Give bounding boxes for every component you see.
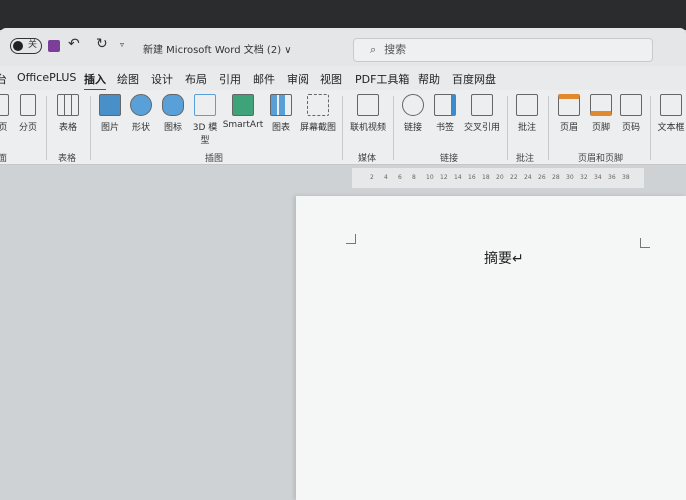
customize-qat-icon[interactable]: ▿	[120, 40, 124, 49]
icons-icon	[162, 94, 184, 116]
text-box-button[interactable]: 文本框	[655, 94, 686, 133]
group-tables: 表格	[58, 154, 77, 164]
smartart-icon	[232, 94, 254, 116]
tab-draw[interactable]: 绘图	[117, 71, 139, 87]
chart-icon	[270, 94, 292, 116]
tab-start[interactable]: 台	[0, 71, 7, 87]
page-number-icon	[620, 94, 642, 116]
bookmark-button[interactable]: 书签	[432, 94, 458, 133]
header-icon	[558, 94, 580, 116]
page-break-button[interactable]: 分页	[16, 94, 40, 133]
margin-mark	[346, 234, 356, 244]
tab-mailings[interactable]: 邮件	[253, 71, 275, 87]
tab-pdf-toolbox[interactable]: PDF工具箱	[355, 71, 409, 87]
bookmark-icon	[434, 94, 456, 116]
group-illustrations: 插图	[205, 154, 224, 164]
tab-help[interactable]: 帮助	[418, 71, 440, 87]
ribbon-tabs: 台 OfficePLUS 插入 绘图 设计 布局 引用 邮件 审阅 视图 PDF…	[0, 66, 686, 91]
search-input[interactable]: ⌕ 搜索	[353, 38, 653, 62]
page-break-icon	[20, 94, 36, 116]
smartart-button[interactable]: SmartArt	[222, 94, 264, 130]
tab-references[interactable]: 引用	[219, 71, 241, 87]
tab-insert[interactable]: 插入	[84, 71, 106, 91]
3d-model-button[interactable]: 3D 模型	[190, 94, 220, 146]
cross-reference-button[interactable]: 交叉引用	[462, 94, 502, 133]
text-box-icon	[660, 94, 682, 116]
shapes-icon	[130, 94, 152, 116]
tab-officeplus[interactable]: OfficePLUS	[17, 71, 76, 84]
table-button[interactable]: 表格	[54, 94, 82, 133]
cross-reference-icon	[471, 94, 493, 116]
document-text[interactable]: 摘要↵	[484, 248, 524, 268]
tab-baidu-netdisk[interactable]: 百度网盘	[452, 71, 496, 87]
page-icon	[0, 94, 9, 116]
group-pages: 面	[0, 154, 8, 164]
page-button[interactable]: 页	[0, 94, 12, 133]
group-media: 媒体	[358, 154, 377, 164]
title-bar: 关 ↶ ↻ ▿ 新建 Microsoft Word 文档 (2) ∨ ⌕ 搜索	[0, 28, 686, 66]
group-comments: 批注	[516, 154, 535, 164]
table-icon	[57, 94, 79, 116]
margin-mark	[640, 238, 650, 248]
tab-review[interactable]: 审阅	[287, 71, 309, 87]
picture-icon	[99, 94, 121, 116]
cube-icon	[194, 94, 216, 116]
horizontal-ruler[interactable]: 2 4 6 8 10 12 14 16 18 20 22 24 26 28 30 32 34 36 38	[352, 168, 644, 188]
video-icon	[357, 94, 379, 116]
screenshot-button[interactable]: 屏幕截图	[298, 94, 338, 133]
screen-bezel	[0, 0, 686, 30]
picture-button[interactable]: 图片	[97, 94, 123, 133]
search-placeholder: 搜索	[384, 43, 407, 56]
group-header-footer: 页眉和页脚	[578, 154, 624, 164]
redo-icon[interactable]: ↻	[96, 36, 108, 52]
autosave-toggle[interactable]: 关	[10, 38, 42, 54]
tab-view[interactable]: 视图	[320, 71, 342, 87]
comment-button[interactable]: 批注	[514, 94, 540, 133]
camera-icon	[307, 94, 329, 116]
document-title[interactable]: 新建 Microsoft Word 文档 (2) ∨	[143, 41, 292, 56]
link-button[interactable]: 链接	[402, 94, 424, 133]
tab-design[interactable]: 设计	[151, 71, 173, 87]
header-button[interactable]: 页眉	[556, 94, 582, 133]
tab-layout[interactable]: 布局	[185, 71, 207, 87]
page-number-button[interactable]: 页码	[618, 94, 644, 133]
comment-icon	[516, 94, 538, 116]
footer-button[interactable]: 页脚	[588, 94, 614, 133]
footer-icon	[590, 94, 612, 116]
link-icon	[402, 94, 424, 116]
online-video-button[interactable]: 联机视频	[348, 94, 388, 133]
search-icon: ⌕	[370, 43, 377, 56]
document-page[interactable]: 摘要↵	[296, 196, 686, 500]
shapes-button[interactable]: 形状	[128, 94, 154, 133]
group-links: 链接	[440, 154, 459, 164]
chart-button[interactable]: 图表	[268, 94, 294, 133]
undo-icon[interactable]: ↶	[68, 36, 80, 52]
ribbon: 页 分页 表格 图片 形状 图标 3D 模型 SmartArt 图表 屏幕截图 …	[0, 90, 686, 165]
icons-button[interactable]: 图标	[161, 94, 185, 133]
save-icon[interactable]	[48, 40, 60, 52]
